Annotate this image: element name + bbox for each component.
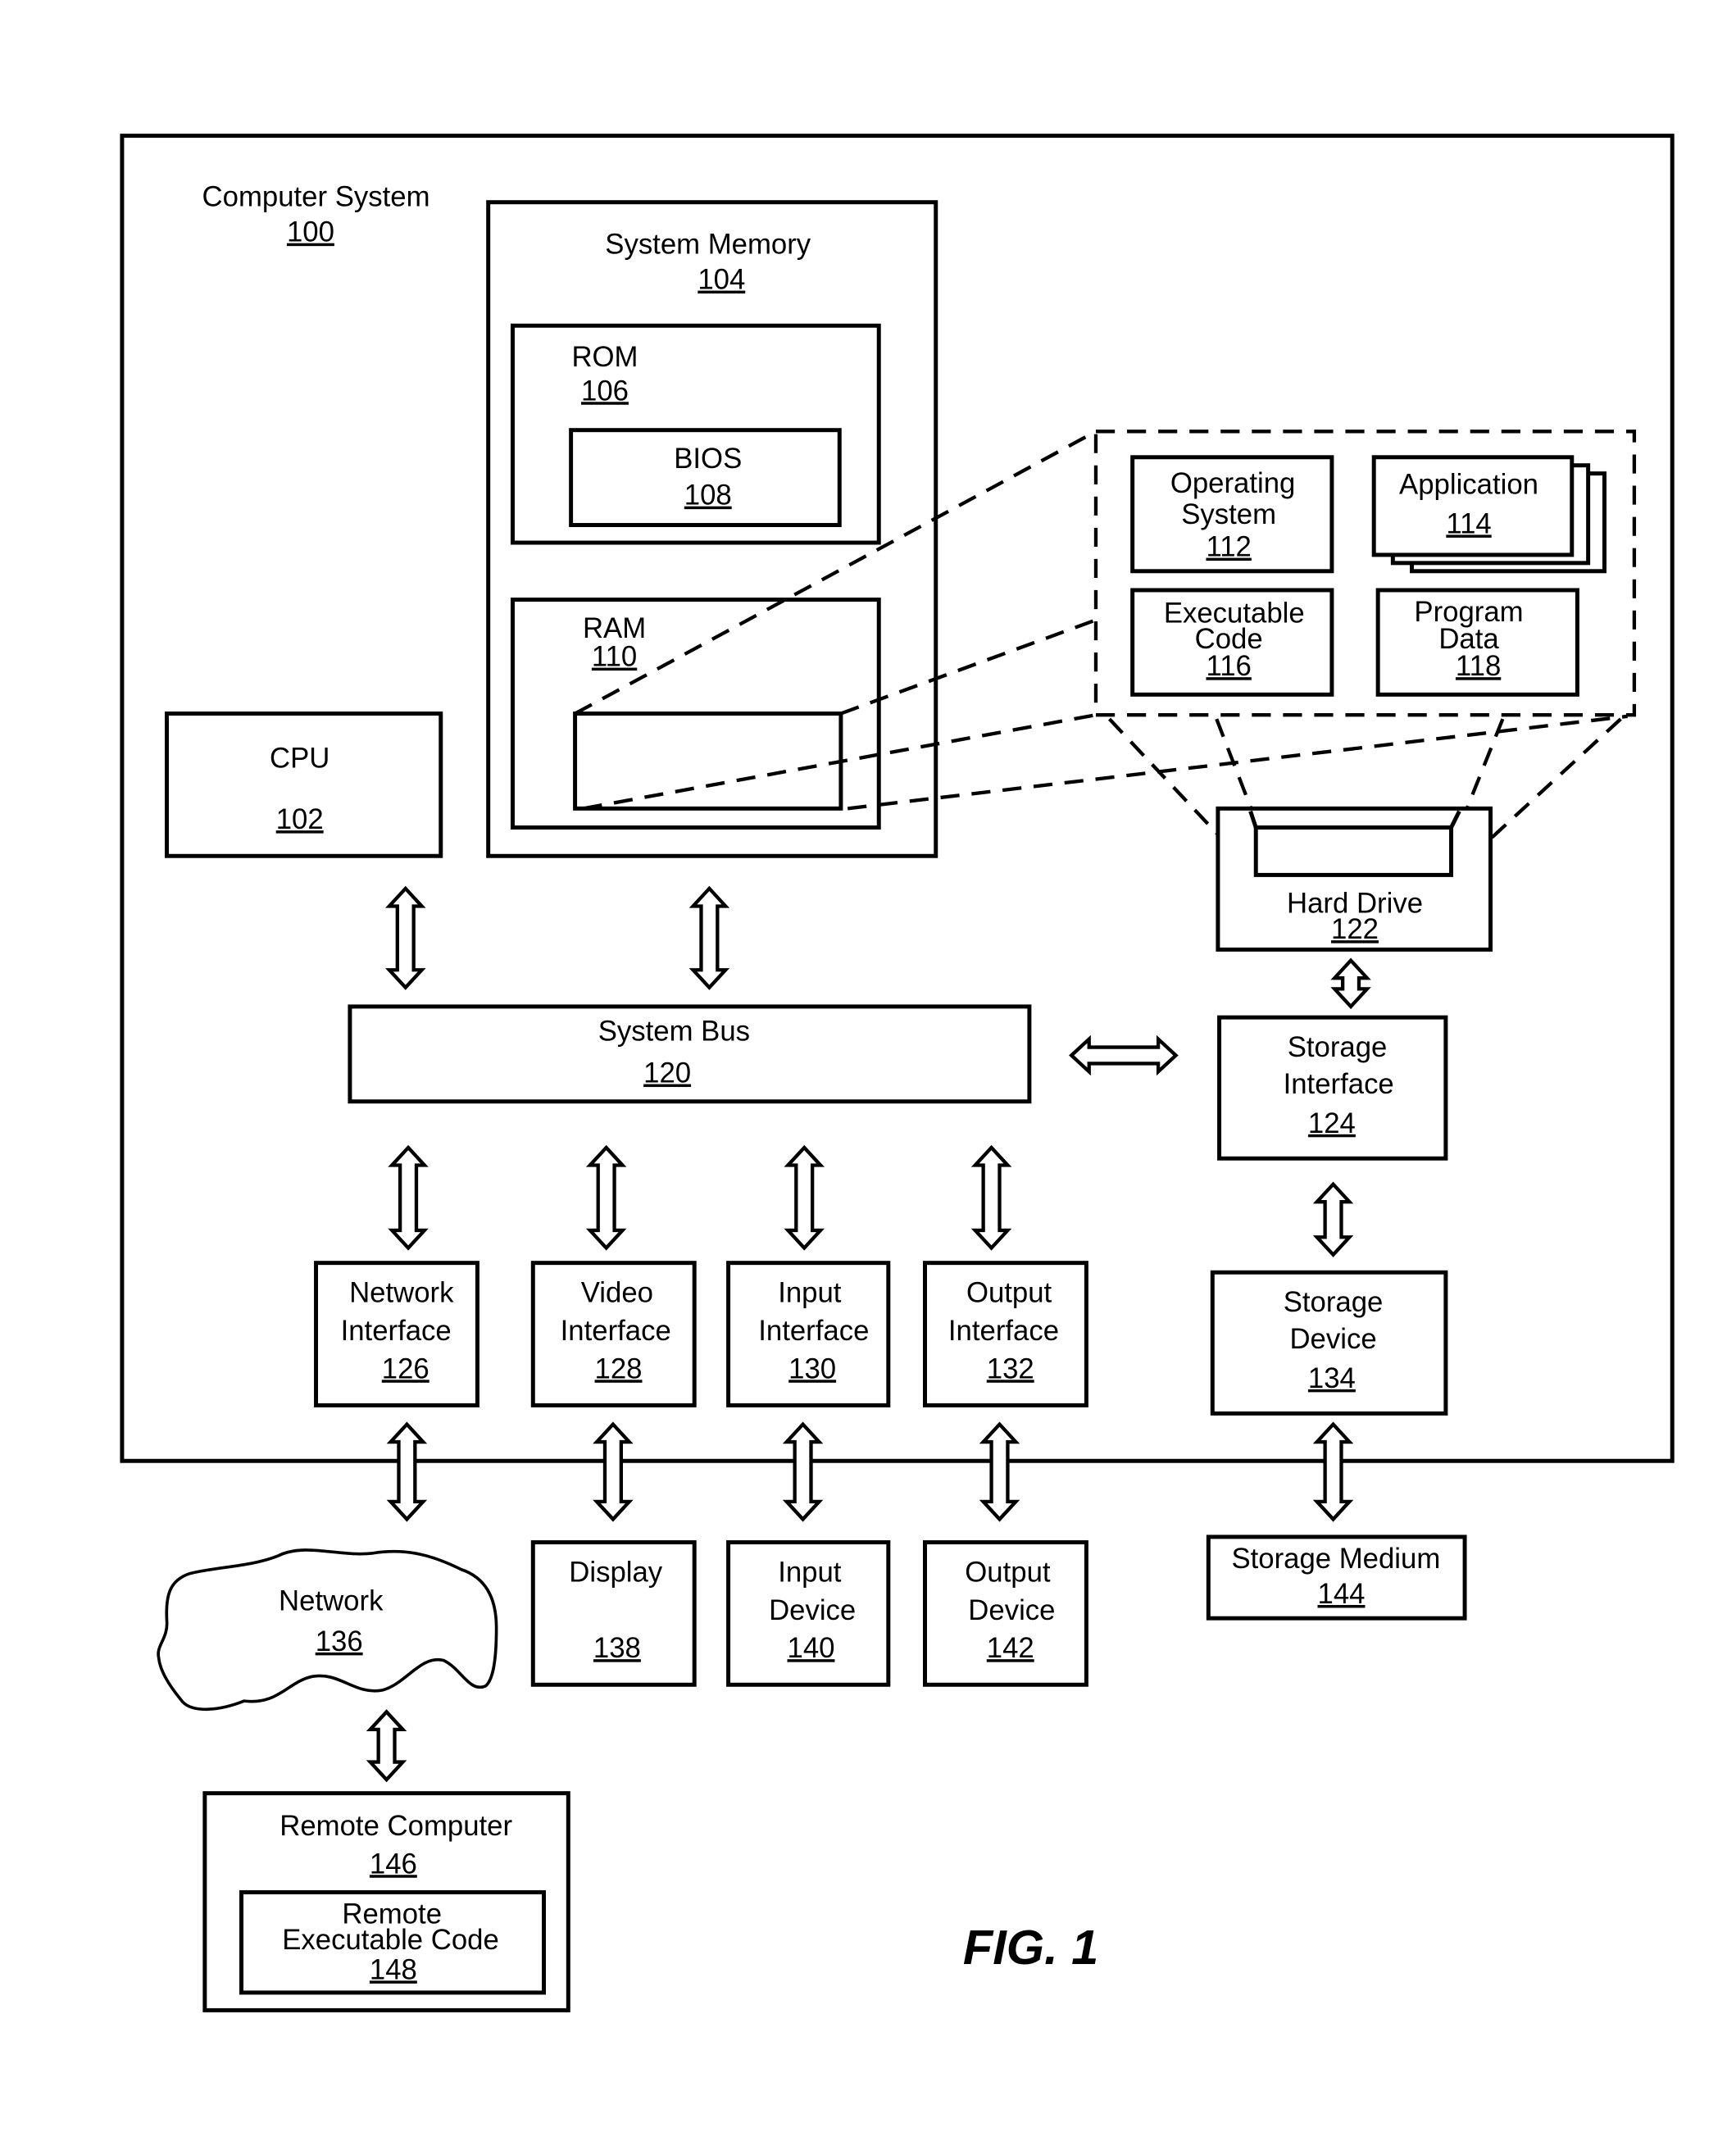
display-label: Display <box>569 1557 663 1589</box>
network-interface-label-line2: Interface <box>341 1316 452 1347</box>
application-ref: 114 <box>1446 508 1491 539</box>
remote-computer-label: Remote Computer <box>279 1811 512 1842</box>
display-ref: 138 <box>593 1633 641 1664</box>
input-interface-device-arrow <box>782 1421 824 1522</box>
input-interface-label-line2: Interface <box>758 1316 869 1347</box>
output-interface-ref: 132 <box>987 1353 1034 1384</box>
storage-device-label-line2: Device <box>1289 1324 1376 1355</box>
storage-medium-label: Storage Medium <box>1231 1544 1440 1575</box>
storage-interface-label-line2: Interface <box>1284 1069 1394 1100</box>
ram-ref: 110 <box>592 642 637 673</box>
network-interface-ref: 126 <box>382 1353 429 1384</box>
output-interface-label-line1: Output <box>966 1278 1052 1309</box>
network-interface-network-arrow <box>386 1421 428 1522</box>
remote-executable-code-ref: 148 <box>370 1954 417 1985</box>
input-device-ref: 140 <box>788 1633 835 1664</box>
video-interface-ref: 128 <box>595 1353 643 1384</box>
computer-system-ref: 100 <box>287 217 334 248</box>
network-interface-label-line1: Network <box>349 1278 454 1309</box>
bios-ref: 108 <box>684 480 732 511</box>
video-interface-label-line2: Interface <box>561 1316 671 1347</box>
output-interface-device-arrow <box>979 1421 1020 1522</box>
operating-system-ref: 112 <box>1206 532 1251 563</box>
input-interface-label-line1: Input <box>778 1278 842 1309</box>
hard-drive-platter <box>1253 825 1453 877</box>
storage-device-ref: 134 <box>1308 1363 1356 1394</box>
ram-label: RAM <box>583 613 646 644</box>
system-memory-label: System Memory <box>605 230 811 261</box>
storage-medium-ref: 144 <box>1318 1579 1366 1610</box>
network-label: Network <box>279 1585 384 1616</box>
input-device-label-line2: Device <box>769 1595 856 1626</box>
video-interface-label-line1: Video <box>581 1278 653 1309</box>
hard-drive-ref: 122 <box>1331 914 1379 945</box>
operating-system-label-line2: System <box>1181 499 1276 530</box>
cpu-label: CPU <box>270 743 329 775</box>
storage-device-medium-arrow <box>1312 1421 1354 1522</box>
rom-ref: 106 <box>581 375 629 407</box>
cpu-ref: 102 <box>276 804 324 835</box>
executable-code-ref: 116 <box>1206 651 1251 682</box>
rom-label: ROM <box>571 342 638 373</box>
network-remote-computer-arrow <box>366 1709 407 1783</box>
ram-loaded-region <box>573 712 843 811</box>
computer-system-diagram: Computer System 100 System Memory 104 RO… <box>120 134 1675 2012</box>
application-label: Application <box>1399 469 1538 500</box>
program-data-ref: 118 <box>1456 651 1501 682</box>
input-interface-ref: 130 <box>788 1353 836 1384</box>
output-device-label-line1: Output <box>965 1557 1051 1589</box>
bios-label: BIOS <box>674 443 742 475</box>
storage-interface-ref: 124 <box>1308 1108 1356 1139</box>
output-device-label-line2: Device <box>968 1595 1055 1626</box>
input-device-label-line1: Input <box>778 1557 842 1589</box>
system-bus-ref: 120 <box>643 1058 691 1089</box>
figure-label: FIG. 1 <box>963 1920 1098 1975</box>
video-interface-display-arrow <box>593 1421 634 1522</box>
system-memory-ref: 104 <box>698 265 745 296</box>
system-bus-label: System Bus <box>598 1016 750 1047</box>
storage-device-label-line1: Storage <box>1284 1287 1384 1318</box>
operating-system-label-line1: Operating <box>1170 468 1296 499</box>
remote-computer-ref: 146 <box>370 1848 417 1880</box>
output-device-ref: 142 <box>987 1633 1034 1664</box>
output-interface-label-line2: Interface <box>948 1316 1059 1347</box>
computer-system-label: Computer System <box>202 182 430 213</box>
network-ref: 136 <box>316 1626 363 1657</box>
storage-interface-label-line1: Storage <box>1288 1032 1388 1063</box>
remote-executable-code-label-line2: Executable Code <box>282 1925 499 1956</box>
